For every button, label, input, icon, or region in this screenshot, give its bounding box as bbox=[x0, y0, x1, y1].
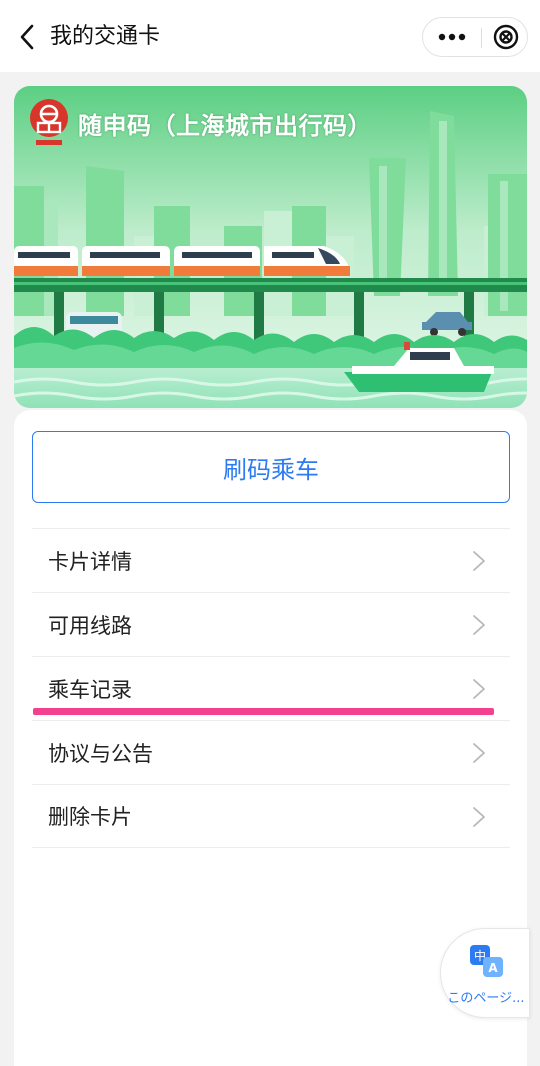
scan-to-ride-label: 刷码乘车 bbox=[223, 455, 319, 484]
menu-item-label: 协议与公告 bbox=[48, 741, 153, 766]
chevron-right-icon bbox=[473, 807, 485, 827]
highlight-underline bbox=[33, 708, 494, 715]
back-button[interactable] bbox=[12, 20, 42, 54]
chevron-right-icon bbox=[473, 551, 485, 571]
chevron-right-icon bbox=[473, 743, 485, 763]
menu-item-label: 卡片详情 bbox=[48, 549, 132, 574]
translate-label: このページ... bbox=[447, 991, 525, 1006]
menu-item-delete-card[interactable]: 删除卡片 bbox=[32, 784, 510, 848]
chevron-right-icon bbox=[473, 679, 485, 699]
chevron-left-icon bbox=[20, 24, 34, 50]
menu-item-card-details[interactable]: 卡片详情 bbox=[32, 528, 510, 592]
close-circle-icon bbox=[493, 24, 519, 50]
transit-card-banner: 随申码（上海城市出行码） bbox=[14, 86, 527, 408]
menu-item-available-lines[interactable]: 可用线路 bbox=[32, 592, 510, 656]
page-title: 我的交通卡 bbox=[50, 24, 161, 49]
menu-item-label: 可用线路 bbox=[48, 613, 132, 638]
menu-item-label: 删除卡片 bbox=[48, 805, 132, 829]
scan-to-ride-button[interactable]: 刷码乘车 bbox=[32, 431, 510, 503]
close-button[interactable] bbox=[485, 18, 527, 56]
more-button[interactable] bbox=[423, 18, 481, 56]
chevron-right-icon bbox=[473, 615, 485, 635]
menu-item-label: 乘车记录 bbox=[48, 677, 132, 702]
banner-title: 随申码（上海城市出行码） bbox=[78, 112, 372, 140]
mini-program-capsule bbox=[422, 17, 528, 57]
shanghai-logo-icon bbox=[28, 98, 70, 148]
menu-item-agreements[interactable]: 协议与公告 bbox=[32, 720, 510, 784]
translate-page-button[interactable]: 中 A このページ... bbox=[440, 928, 530, 1018]
nav-bar: 我的交通卡 bbox=[0, 0, 540, 72]
more-dots-icon bbox=[438, 33, 466, 41]
svg-text:A: A bbox=[488, 961, 498, 975]
capsule-divider bbox=[481, 28, 482, 48]
translate-icon: 中 A bbox=[470, 945, 503, 977]
card-menu: 卡片详情 可用线路 乘车记录 协议与公告 删除卡片 bbox=[32, 528, 510, 848]
